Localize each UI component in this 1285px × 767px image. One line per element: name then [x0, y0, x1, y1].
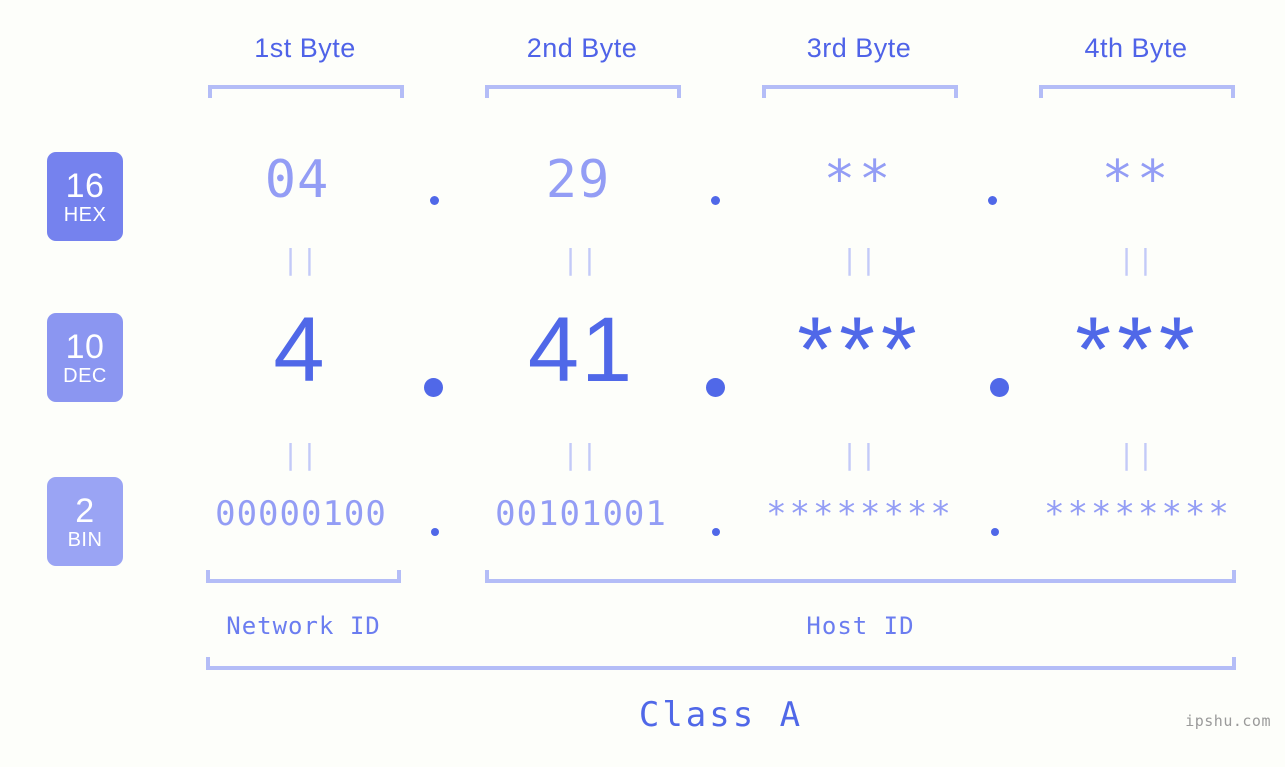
byte-header-1: 1st Byte — [185, 33, 425, 64]
connector-dec-bin-1-icon: || — [282, 438, 320, 471]
connector-dec-bin-3-icon: || — [841, 438, 879, 471]
dec-separator-dot-1-icon — [424, 378, 443, 397]
watermark: ipshu.com — [1185, 712, 1271, 730]
hex-byte-1-value: 04 — [264, 150, 330, 210]
host-id-label: Host ID — [806, 612, 915, 640]
connector-dec-bin-2-icon: || — [562, 438, 600, 471]
bin-separator-dot-2-icon — [712, 528, 720, 536]
hex-separator-dot-1-icon — [430, 196, 439, 205]
bin-separator-dot-1-icon — [431, 528, 439, 536]
hex-byte-4-value: ** — [1101, 150, 1173, 210]
base-badge-bin-number: 2 — [75, 491, 95, 530]
base-badge-hex-name: HEX — [63, 203, 107, 226]
base-badge-bin: 2 BIN — [47, 477, 123, 566]
byte-bracket-1-icon — [208, 85, 404, 98]
byte-header-2-label: 2nd Byte — [526, 33, 638, 63]
byte-header-3: 3rd Byte — [739, 33, 979, 64]
hex-separator-dot-3-icon — [988, 196, 997, 205]
base-badge-dec-number: 10 — [65, 327, 105, 366]
base-badge-dec-name: DEC — [63, 364, 107, 387]
hex-byte-3-value: ** — [823, 150, 895, 210]
byte-bracket-3-icon — [762, 85, 958, 98]
byte-header-1-label: 1st Byte — [254, 33, 356, 63]
dec-byte-3-value: *** — [797, 299, 923, 401]
connector-hex-dec-3-icon: || — [841, 243, 879, 276]
dec-separator-dot-3-icon — [990, 378, 1009, 397]
byte-header-4: 4th Byte — [1016, 33, 1256, 64]
ip-byte-diagram: 1st Byte 2nd Byte 3rd Byte 4th Byte 16 H… — [0, 0, 1285, 767]
base-badge-hex-number: 16 — [65, 166, 105, 205]
byte-header-3-label: 3rd Byte — [806, 33, 912, 63]
byte-bracket-2-icon — [485, 85, 681, 98]
base-badge-hex: 16 HEX — [47, 152, 123, 241]
dec-byte-2-value: 41 — [527, 299, 635, 401]
host-id-bracket-icon — [485, 570, 1236, 583]
connector-hex-dec-2-icon: || — [562, 243, 600, 276]
hex-byte-2-value: 29 — [545, 150, 611, 210]
network-id-bracket-icon — [206, 570, 401, 583]
bin-byte-3-value: ******** — [766, 494, 954, 534]
class-bracket-icon — [206, 657, 1236, 670]
byte-bracket-4-icon — [1039, 85, 1235, 98]
hex-separator-dot-2-icon — [711, 196, 720, 205]
bin-byte-2-value: 00101001 — [495, 494, 667, 534]
base-badge-bin-name: BIN — [67, 528, 103, 551]
dec-byte-1-value: 4 — [273, 299, 327, 401]
base-badge-dec: 10 DEC — [47, 313, 123, 402]
class-label: Class A — [638, 695, 804, 735]
dec-separator-dot-2-icon — [706, 378, 725, 397]
bin-separator-dot-3-icon — [991, 528, 999, 536]
connector-dec-bin-4-icon: || — [1118, 438, 1156, 471]
bin-byte-4-value: ******** — [1044, 494, 1232, 534]
connector-hex-dec-1-icon: || — [282, 243, 320, 276]
dec-byte-4-value: *** — [1075, 299, 1201, 401]
connector-hex-dec-4-icon: || — [1118, 243, 1156, 276]
byte-header-4-label: 4th Byte — [1084, 33, 1188, 63]
network-id-label: Network ID — [226, 612, 381, 640]
bin-byte-1-value: 00000100 — [215, 494, 387, 534]
byte-header-2: 2nd Byte — [462, 33, 702, 64]
